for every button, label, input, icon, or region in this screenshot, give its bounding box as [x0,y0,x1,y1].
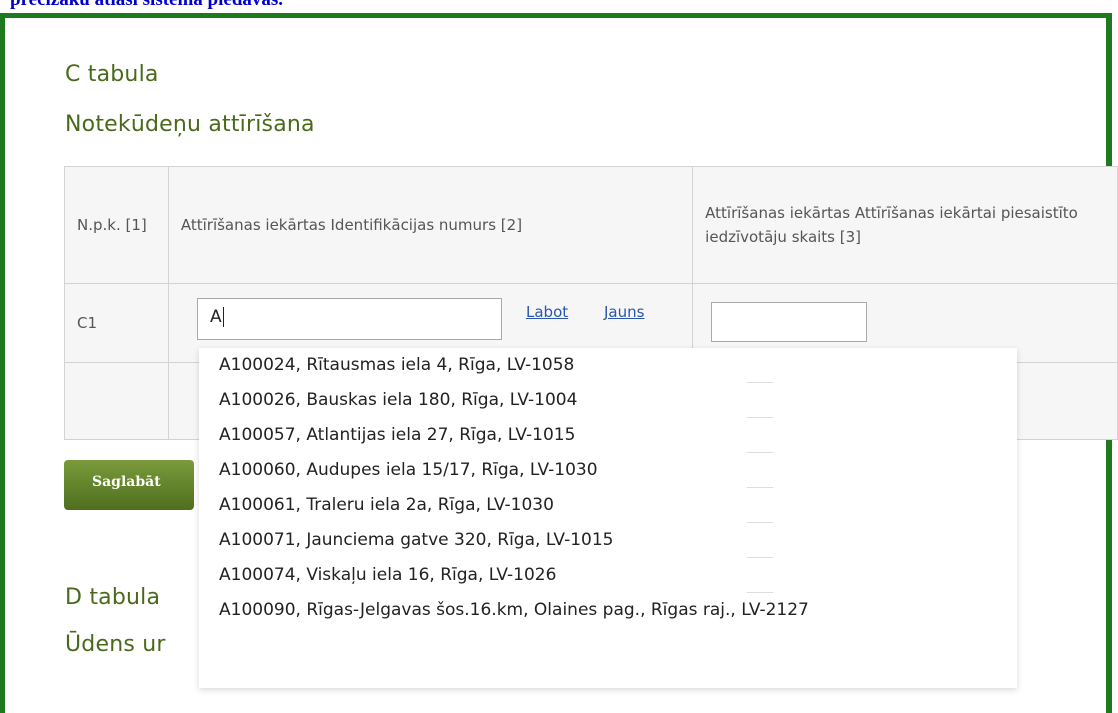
autocomplete-option[interactable]: A100024, Rītausmas iela 4, Rīga, LV-1058 [199,348,1017,383]
section-c-title: C tabula [65,62,159,87]
autocomplete-option[interactable]: A100074, Viskaļu iela 16, Rīga, LV-1026 [199,558,1017,593]
column-header-id: Attīrīšanas iekārtas Identifikācijas num… [167,166,694,284]
id-number-input[interactable]: A [197,298,502,340]
autocomplete-option[interactable]: A100057, Atlantijas iela 27, Rīga, LV-10… [199,418,1017,453]
autocomplete-option[interactable]: A100026, Bauskas iela 180, Rīga, LV-1004 [199,383,1017,418]
table-header-row: N.p.k. [1] Attīrīšanas iekārtas Identifi… [64,166,1118,284]
section-d-title: D tabula [65,585,161,610]
section-c-subtitle: Notekūdeņu attīrīšana [65,112,315,137]
autocomplete-dropdown: A100024, Rītausmas iela 4, Rīga, LV-1058… [199,348,1017,688]
row-npk: C1 [64,283,169,363]
population-count-input[interactable] [711,302,867,342]
top-caption: precizāku atlasi sistēma piedāvās. [10,0,283,11]
column-header-npk: N.p.k. [1] [64,166,169,284]
edit-link[interactable]: Labot [526,303,568,321]
autocomplete-option[interactable]: A100060, Audupes iela 15/17, Rīga, LV-10… [199,453,1017,488]
new-link[interactable]: Jauns [604,303,644,321]
autocomplete-option[interactable]: A100061, Traleru iela 2a, Rīga, LV-1030 [199,488,1017,523]
column-header-count: Attīrīšanas iekārtas Attīrīšanas iekārta… [692,166,1118,284]
id-input-value: A [210,307,222,327]
save-button[interactable]: Saglabāt [64,460,194,510]
text-caret [222,307,224,327]
section-d-subtitle: Ūdens ur [65,632,166,657]
autocomplete-option[interactable]: A100071, Jaunciema gatve 320, Rīga, LV-1… [199,523,1017,558]
autocomplete-option[interactable]: A100090, Rīgas-Jelgavas šos.16.km, Olain… [199,593,1017,628]
